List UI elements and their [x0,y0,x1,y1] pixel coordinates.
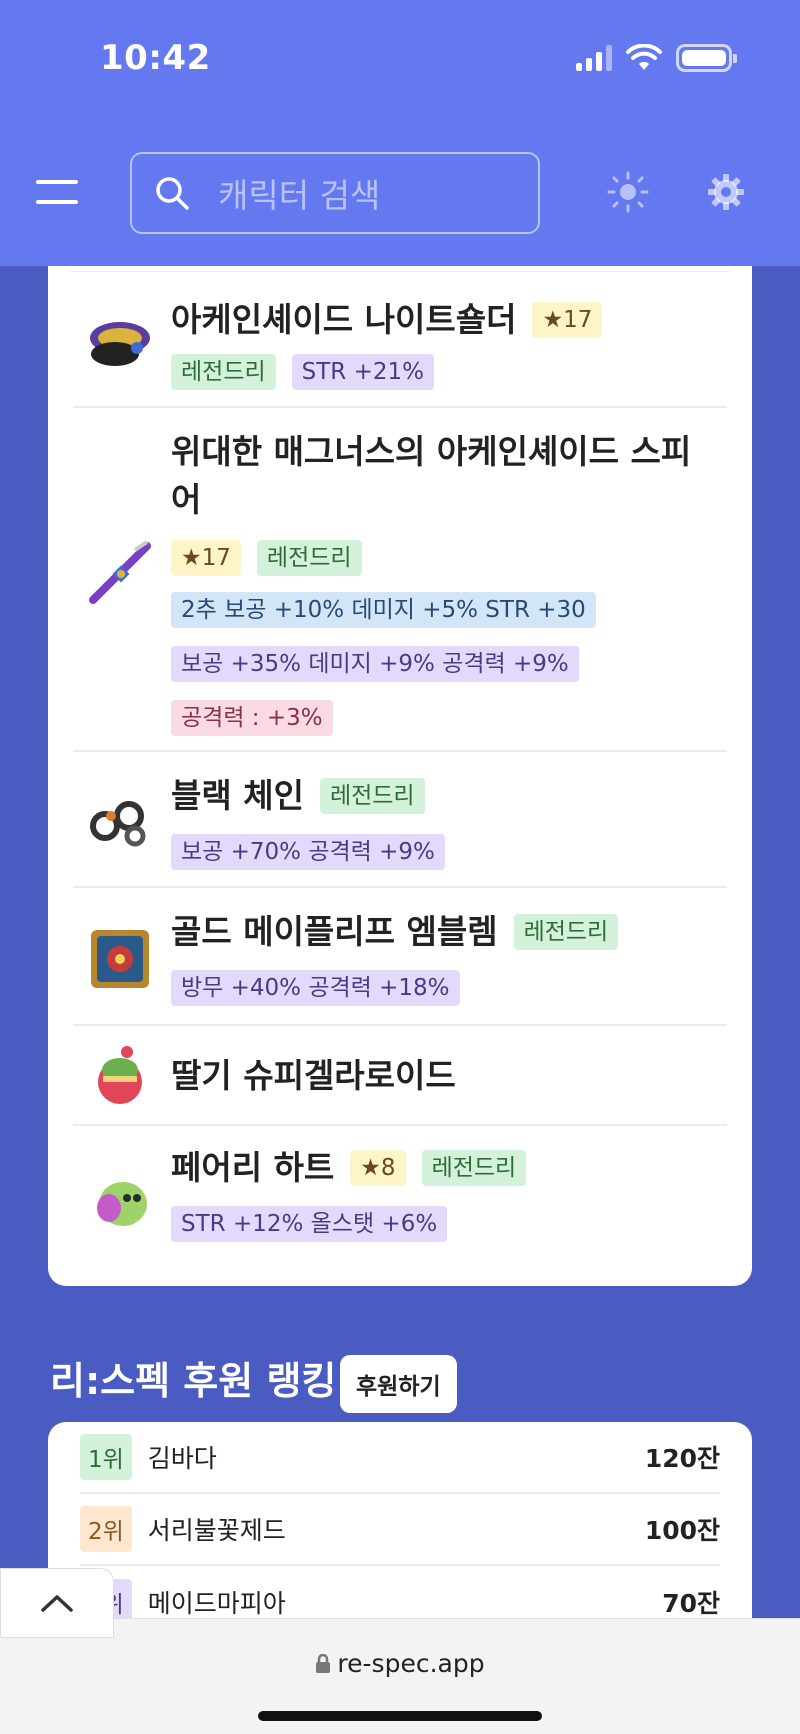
spear-item-icon [89,540,151,604]
star-force-badge: ★8 [350,1150,406,1186]
sun-icon[interactable] [606,170,650,214]
browser-address-bar[interactable]: re-spec.app [0,1618,800,1734]
star-force-badge: ★17 [171,540,241,576]
ranking-row: 2위 서리불꽃제드 100잔 [80,1494,720,1566]
donate-button[interactable]: 후원하기 [340,1355,457,1413]
item-name: 블랙 체인 [171,776,304,815]
heart-item-icon [97,1182,147,1226]
rank-name: 서리불꽃제드 [147,1516,286,1545]
ranking-row: 1위 김바다 120잔 [80,1422,720,1494]
search-icon [156,177,189,210]
rank-value: 100잔 [644,1516,720,1545]
black-chain-item-icon [90,801,146,847]
chevron-up-icon [41,1595,73,1612]
rank-value: 70잔 [662,1589,720,1618]
app-header: 10:42 캐릭터 검색 [0,0,800,266]
android-item-icon [98,1046,142,1104]
rank-name: 메이드마피아 [147,1589,286,1618]
potential-grade-badge: 레전드리 [256,540,362,576]
potential-grade-badge: 레전드리 [421,1150,527,1186]
search-placeholder: 캐릭터 검색 [218,176,381,215]
potential-line: 방무 +40% 공격력 +18% [171,970,460,1006]
search-input[interactable]: 캐릭터 검색 [130,152,540,234]
scroll-to-top-button[interactable] [0,1568,114,1638]
wifi-icon [626,44,662,70]
item-row[interactable]: 블랙 체인 레전드리 보공 +70% 공격력 +9% [73,752,727,888]
status-icons [576,44,737,72]
item-row[interactable]: 아케인셰이드 나이트숄더 ★17 레전드리 STR +21% [73,272,727,408]
battery-icon [676,44,737,72]
potential-line: 보공 +35% 데미지 +9% 공격력 +9% [171,646,579,682]
shoulder-item-icon [90,322,150,366]
item-row[interactable]: 골드 메이플리프 엠블렘 레전드리 방무 +40% 공격력 +18% [73,888,727,1026]
status-time: 10:42 [100,38,211,78]
soul-option-line: 공격력 : +3% [171,700,333,736]
item-row[interactable]: 페어리 하트 ★8 레전드리 STR +12% 올스탯 +6% [73,1126,727,1266]
potential-grade-badge: 레전드리 [513,914,619,950]
rank-badge: 2위 [80,1506,132,1552]
item-name: 페어리 하트 [171,1148,335,1187]
rank-name: 김바다 [147,1444,217,1473]
hamburger-menu-icon[interactable] [36,178,78,206]
potential-grade-badge: 레전드리 [319,778,425,814]
potential-line: STR +21% [291,354,434,390]
potential-line: 보공 +70% 공격력 +9% [171,834,445,870]
item-name: 위대한 매그너스의 아케인셰이드 스피어 [171,432,692,519]
rank-badge: 1위 [80,1434,132,1480]
equipment-list-card: 아케인셰이드 나이트숄더 ★17 레전드리 STR +21% 위대한 매그너스의… [48,250,752,1286]
additional-potential-line: 2추 보공 +10% 데미지 +5% STR +30 [171,592,596,628]
item-name: 아케인셰이드 나이트숄더 [171,300,517,339]
emblem-item-icon [91,930,149,988]
item-name: 골드 메이플리프 엠블렘 [171,912,498,951]
lock-icon [316,1653,331,1673]
cellular-signal-icon [576,45,612,71]
item-name: 딸기 슈피겔라로이드 [171,1056,456,1095]
potential-grade-badge: 레전드리 [171,354,276,390]
star-force-badge: ★17 [532,302,603,338]
item-row[interactable]: 딸기 슈피겔라로이드 [73,1026,727,1126]
item-row[interactable]: 위대한 매그너스의 아케인셰이드 스피어 ★17 레전드리 2추 보공 +10%… [73,408,727,752]
rank-value: 120잔 [644,1444,720,1473]
ranking-title: 리:스펙 후원 랭킹 [50,1359,337,1403]
url-display[interactable]: re-spec.app [0,1649,800,1678]
url-text: re-spec.app [337,1649,485,1678]
home-indicator [258,1711,542,1721]
potential-line: STR +12% 올스탯 +6% [171,1206,448,1242]
gear-icon[interactable] [706,172,746,212]
